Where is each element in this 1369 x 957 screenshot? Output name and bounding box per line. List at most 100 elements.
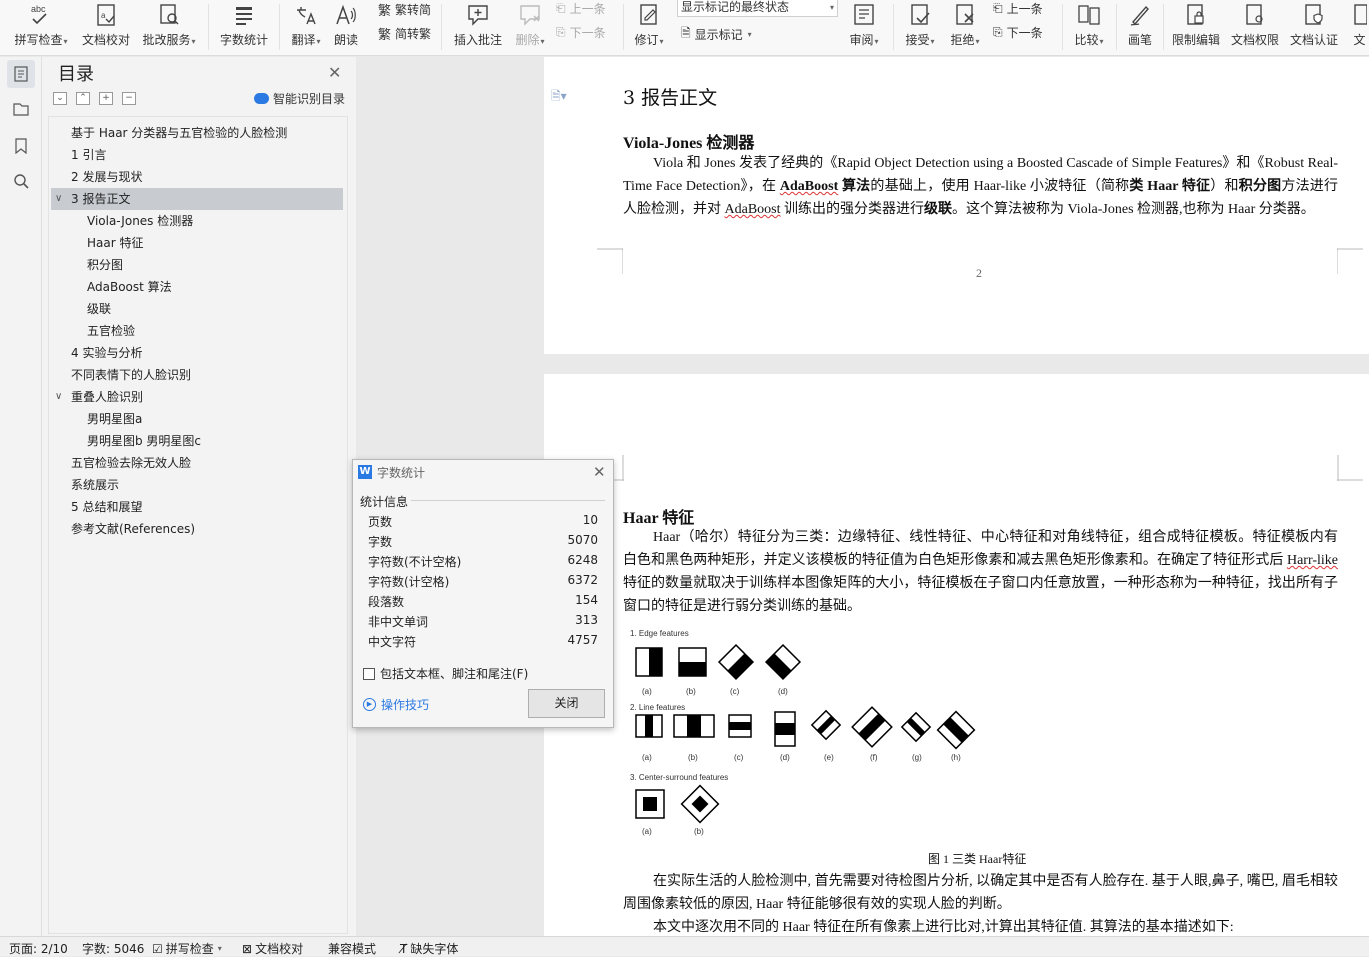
document-icon[interactable]: 🗎▾ — [551, 87, 567, 108]
toc-item-label: 参考文献(References) — [71, 522, 196, 536]
toc-item[interactable]: 4 实验与分析 — [51, 342, 343, 364]
status-bar: 页面: 2/10 字数: 5046 ☑ 拼写检查 ▾ ⊠ 文档校对 兼容模式 T̸ 缺失… — [0, 936, 1369, 956]
haar-paragraph-2: 在实际生活的人脸检测中, 首先需要对待检图片分析, 以确定其中是否有人脸存在. … — [623, 874, 1338, 912]
toc-item[interactable]: ∨ 3 报告正文 — [51, 188, 343, 210]
figure-sublabel: (c) — [734, 753, 744, 762]
proofread-status[interactable]: ⊠ 文档校对 — [242, 940, 303, 957]
dialog-titlebar[interactable]: W 字数统计 — [353, 460, 613, 484]
toc-item[interactable]: 五官检验 — [51, 320, 343, 342]
next-comment-button[interactable]: ⎘ 下一条 — [556, 24, 606, 41]
reject-button[interactable]: 拒绝▾ — [946, 0, 984, 55]
center-feature-b — [680, 784, 720, 824]
doc-permission-button[interactable]: 文档权限 — [1229, 0, 1281, 55]
reject-icon — [953, 0, 977, 30]
word-count-indicator[interactable]: 字数: 5046 — [82, 940, 144, 957]
toc-item[interactable]: 不同表情下的人脸识别 — [51, 364, 343, 386]
toc-item[interactable]: Haar 特征 — [51, 232, 343, 254]
review-button[interactable]: 审阅▾ — [846, 0, 882, 55]
close-icon[interactable]: ✕ — [328, 63, 341, 82]
insert-comment-icon — [465, 0, 491, 30]
toc-item[interactable]: 积分图 — [51, 254, 343, 276]
chevron-down-icon[interactable]: ∨ — [55, 386, 62, 408]
review-service-icon — [157, 0, 181, 30]
stat-row: 字数 5070 — [368, 533, 598, 553]
toc-item[interactable]: ∨ 重叠人脸识别 — [51, 386, 343, 408]
delete-comment-button[interactable]: 删除▾ — [512, 0, 548, 55]
toc-item[interactable]: AdaBoost 算法 — [51, 276, 343, 298]
convert-simp-button[interactable]: 繁简转繁 — [378, 24, 431, 43]
toc-item-label: 不同表情下的人脸识别 — [71, 368, 192, 382]
close-button[interactable]: 关闭 — [528, 689, 605, 718]
edge-feature-c — [717, 643, 755, 681]
toc-pane-icon[interactable] — [7, 60, 35, 88]
toc-item[interactable]: 男明星图a — [51, 408, 343, 430]
spellcheck-status[interactable]: ☑ 拼写检查 ▾ — [152, 940, 222, 957]
edge-feature-b — [678, 647, 707, 677]
toc-item[interactable]: 男明星图b 男明星图c — [51, 430, 343, 452]
pen-button[interactable]: 画笔 — [1124, 0, 1156, 55]
track-changes-button[interactable]: 修订▾ — [630, 0, 668, 55]
page-indicator[interactable]: 页面: 2/10 — [9, 940, 68, 957]
more-button[interactable]: 文 — [1350, 0, 1369, 55]
figure-sublabel: (b) — [688, 753, 698, 762]
toc-item[interactable]: 参考文献(References) — [51, 518, 343, 540]
read-aloud-button[interactable]: 朗读 — [330, 0, 362, 55]
markup-state-select[interactable]: 显示标记的最终状态 ▾ — [677, 0, 838, 17]
toc-item[interactable]: 系统展示 — [51, 474, 343, 496]
smart-toc-button[interactable]: 智能识别目录 — [254, 90, 345, 107]
pen-icon — [1127, 0, 1153, 30]
toc-item[interactable]: 级联 — [51, 298, 343, 320]
chevron-down-icon[interactable]: ∨ — [55, 188, 62, 210]
prev-change-button[interactable]: ⎗ 上一条 — [993, 0, 1043, 17]
checkbox-checked-icon: ☑ — [152, 941, 163, 956]
show-markup-button[interactable]: 🗎 显示标记 ▾ — [681, 24, 752, 45]
vj-paragraph: Viola 和 Jones 发表了经典的《Rapid Object Detect… — [623, 156, 1339, 217]
expand-level-icon[interactable]: ⌃ — [76, 92, 90, 105]
toc-item[interactable]: 基于 Haar 分类器与五官检验的人脸检测 — [51, 122, 343, 144]
figure-sublabel: (g) — [912, 753, 922, 762]
compare-button[interactable]: 比较▾ — [1070, 0, 1108, 55]
line-labels: (a) (b) (c) (d) (e) (f) (g) (h) — [642, 753, 961, 762]
toc-item[interactable]: 1 引言 — [51, 144, 343, 166]
toc-list: 基于 Haar 分类器与五官检验的人脸检测 1 引言 2 发展与现状 ∨ 3 报告正文 V… — [48, 116, 348, 934]
add-heading-icon[interactable]: + — [99, 92, 113, 105]
toc-item-label: 4 实验与分析 — [71, 346, 143, 360]
center-feature-a — [635, 789, 665, 819]
toc-item[interactable]: 5 总结和展望 — [51, 496, 343, 518]
include-textbox-checkbox[interactable]: 包括文本框、脚注和尾注(F) — [363, 665, 528, 682]
insert-comment-button[interactable]: 插入批注 — [452, 0, 504, 55]
stat-row: 中文字符 4757 — [368, 633, 598, 653]
search-icon[interactable] — [10, 170, 32, 192]
toc-item[interactable]: 2 发展与现状 — [51, 166, 343, 188]
remove-heading-icon[interactable]: − — [122, 92, 136, 105]
stat-value: 5070 — [567, 533, 598, 547]
accept-button[interactable]: 接受▾ — [902, 0, 938, 55]
svg-text:abc: abc — [31, 4, 46, 14]
next-comment-icon: ⎘ — [556, 25, 566, 39]
figure-sublabel: (a) — [642, 753, 652, 762]
doc-auth-button[interactable]: 文档认证 — [1288, 0, 1340, 55]
close-icon[interactable]: ✕ — [593, 463, 606, 481]
toc-item-label: 2 发展与现状 — [71, 170, 143, 184]
review-service-button[interactable]: 批改服务▾ — [139, 0, 199, 55]
dialog-title: 字数统计 — [377, 465, 426, 480]
next-change-button[interactable]: ⎘ 下一条 — [993, 24, 1043, 41]
word-count-button[interactable]: 字数统计 — [218, 0, 270, 55]
translate-button[interactable]: 翻译▾ — [287, 0, 325, 55]
convert-trad-button[interactable]: 繁繁转简 — [378, 0, 431, 19]
figure-caption: 图 1 三类 Haar特征 — [928, 852, 1027, 866]
translate-icon — [293, 0, 319, 30]
stat-label: 中文字符 — [368, 635, 417, 649]
spellcheck-button[interactable]: abc 拼写检查▾ — [10, 0, 72, 55]
chapter-pane-icon[interactable] — [10, 98, 32, 120]
toc-item[interactable]: Viola-Jones 检测器 — [51, 210, 343, 232]
bookmark-icon[interactable] — [10, 135, 32, 157]
missing-font-status[interactable]: T̸ 缺失字体 — [400, 940, 458, 957]
edge-labels: (a) (b) (c) (d) — [642, 687, 788, 696]
proofread-button[interactable]: a 文档校对 — [80, 0, 132, 55]
toc-item[interactable]: 五官检验去除无效人脸 — [51, 452, 343, 474]
collapse-level-icon[interactable]: ⌄ — [53, 92, 67, 105]
restrict-edit-button[interactable]: 限制编辑 — [1170, 0, 1222, 55]
prev-comment-button[interactable]: ⎗ 上一条 — [556, 0, 606, 17]
tips-link[interactable]: ▶ 操作技巧 — [363, 696, 429, 713]
